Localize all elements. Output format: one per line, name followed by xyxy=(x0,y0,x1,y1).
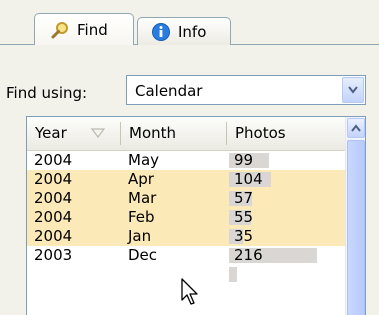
cell-month: Mar xyxy=(128,189,157,207)
cell-month: Apr xyxy=(128,170,154,188)
cell-photos: 216 xyxy=(234,246,263,264)
cell-month xyxy=(121,265,227,284)
cell-month: Dec xyxy=(128,246,158,264)
cell-photos: 57 xyxy=(234,189,254,207)
column-header-photos[interactable]: Photos xyxy=(227,117,345,150)
table-row[interactable]: 2004 May 99 xyxy=(27,151,345,170)
cell-year xyxy=(27,265,121,284)
cell-year: 2004 xyxy=(34,189,73,207)
cell-month: May xyxy=(128,151,160,169)
table-header: Year Month Photos xyxy=(27,117,345,151)
cell-month: Jan xyxy=(128,227,152,245)
cell-photos: 55 xyxy=(234,208,254,226)
cell-year: 2004 xyxy=(34,227,73,245)
dropdown-button[interactable] xyxy=(342,77,364,103)
tab-find[interactable]: Find xyxy=(34,13,134,45)
cell-photos: 104 xyxy=(234,170,263,188)
magnifier-icon xyxy=(49,19,71,41)
cell-year: 2004 xyxy=(34,170,73,188)
chevron-down-icon xyxy=(348,86,358,94)
scroll-up-button[interactable] xyxy=(347,118,365,138)
find-using-label: Find using: xyxy=(6,84,88,102)
cell-photos: 35 xyxy=(234,227,254,245)
find-using-value: Calendar xyxy=(135,82,203,100)
tab-info-label: Info xyxy=(178,22,207,41)
find-panel: Find Info Find using: Calendar Year Mont… xyxy=(0,0,379,315)
cell-year: 2003 xyxy=(34,246,73,264)
table-row[interactable]: 2004 Apr 104 xyxy=(27,170,345,189)
table-row[interactable]: 2003 Dec 216 xyxy=(27,246,345,265)
photo-count-bar xyxy=(229,267,237,282)
cell-year: 2004 xyxy=(34,151,73,169)
info-icon xyxy=(150,21,172,43)
vertical-scrollbar[interactable] xyxy=(345,117,365,315)
scroll-thumb[interactable] xyxy=(347,140,365,315)
chevron-up-icon xyxy=(351,124,361,132)
find-using-select[interactable]: Calendar xyxy=(126,75,366,105)
table-row[interactable]: 2004 Mar 57 xyxy=(27,189,345,208)
table-row[interactable]: 2004 Feb 55 xyxy=(27,208,345,227)
cell-year: 2004 xyxy=(34,208,73,226)
tab-find-label: Find xyxy=(77,20,108,39)
cell-month: Feb xyxy=(128,208,155,226)
column-header-month[interactable]: Month xyxy=(121,117,227,150)
sort-descending-icon xyxy=(91,128,105,138)
cell-photos: 99 xyxy=(234,151,254,169)
mouse-pointer-icon xyxy=(181,278,198,305)
table-row[interactable]: 2004 Jan 35 xyxy=(27,227,345,246)
column-header-year[interactable]: Year xyxy=(27,117,121,150)
tab-info[interactable]: Info xyxy=(137,17,231,45)
